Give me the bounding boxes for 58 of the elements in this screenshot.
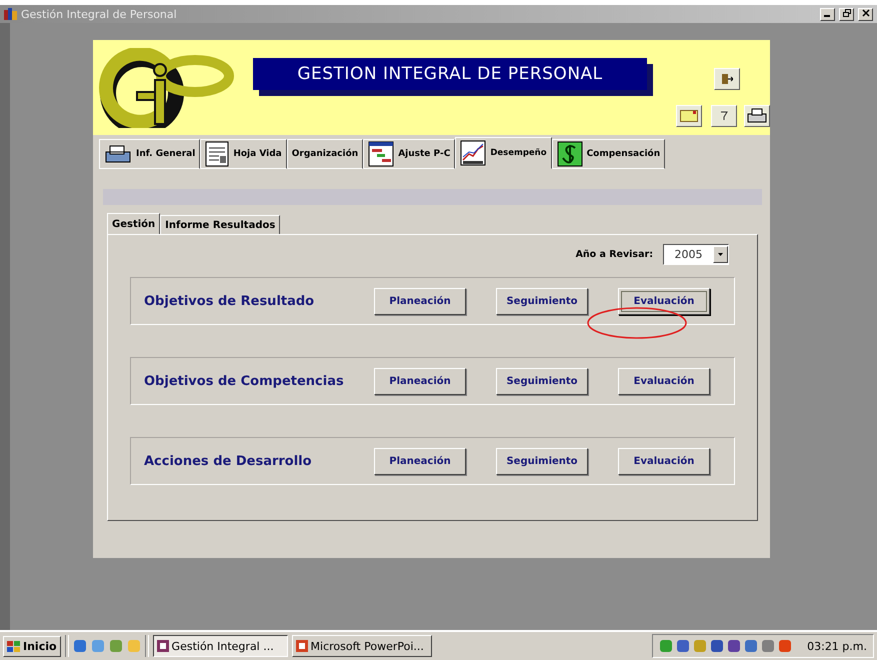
exit-button[interactable]: [714, 68, 740, 90]
envelope-icon: [680, 110, 698, 122]
action-button[interactable]: Planeación: [374, 288, 466, 314]
action-button[interactable]: Planeación: [374, 368, 466, 394]
module-tab[interactable]: Hoja Vida: [200, 139, 287, 169]
printer-icon: [747, 108, 767, 124]
action-button[interactable]: Seguimiento: [496, 288, 588, 314]
close-icon: [862, 9, 870, 17]
module-tab[interactable]: Inf. General: [99, 139, 200, 169]
gantt-chart-icon: [368, 141, 394, 167]
action-button[interactable]: Seguimiento: [496, 368, 588, 394]
title-banner: GESTION INTEGRAL DE PERSONAL: [253, 58, 647, 90]
mail-button[interactable]: [676, 105, 702, 127]
restore-button[interactable]: [839, 8, 854, 20]
restore-icon: [842, 9, 850, 17]
module-tab[interactable]: Desempeño: [455, 137, 552, 169]
tray-icon[interactable]: [676, 639, 690, 653]
dollar-icon: [556, 141, 583, 167]
minimize-button[interactable]: [820, 8, 835, 20]
action-button[interactable]: Evaluación: [618, 288, 710, 314]
taskbar-button[interactable]: Gestión Integral ...: [152, 635, 288, 657]
action-button[interactable]: Evaluación: [618, 368, 710, 394]
tray-icon[interactable]: [761, 639, 776, 653]
dropdown-button[interactable]: [713, 246, 728, 262]
year-dropdown[interactable]: 2005: [663, 244, 729, 264]
tray-icon[interactable]: [778, 639, 792, 653]
tray-icon[interactable]: [744, 639, 758, 653]
app-icon: [156, 640, 169, 652]
action-button[interactable]: Seguimiento: [496, 448, 588, 474]
windows-flag-icon: [7, 640, 21, 652]
app-icon: [4, 8, 17, 20]
year-label: Año a Revisar:: [576, 248, 653, 260]
section-title: Acciones de Desarrollo: [144, 454, 313, 468]
window-title: Gestión Integral de Personal: [21, 8, 178, 20]
print-button[interactable]: [744, 105, 770, 127]
section-title: Objetivos de Resultado: [144, 294, 316, 308]
taskbar-button[interactable]: Microsoft PowerPoi...: [292, 635, 432, 657]
module-tab[interactable]: Organización: [286, 139, 364, 169]
section-title: Objetivos de Competencias: [144, 374, 345, 388]
action-button[interactable]: Planeación: [374, 448, 466, 474]
tray-icon[interactable]: [710, 639, 724, 653]
caret-icon: [718, 252, 723, 256]
page-tab[interactable]: Gestión: [107, 213, 160, 235]
document-icon: [205, 141, 230, 167]
line-chart-icon: [460, 140, 486, 166]
tray-icon[interactable]: [72, 639, 87, 653]
start-button[interactable]: Inicio: [3, 636, 61, 656]
printer-icon: [104, 143, 132, 165]
page-tab[interactable]: Informe Resultados: [160, 215, 280, 235]
module-tab[interactable]: Ajuste P-C: [363, 139, 456, 169]
close-button[interactable]: [858, 8, 873, 20]
clock: 03:21 p.m.: [807, 640, 867, 652]
exit-door-icon: [721, 73, 733, 85]
module-tab[interactable]: Compensación: [552, 139, 666, 169]
action-button[interactable]: Evaluación: [618, 448, 710, 474]
tray-icon[interactable]: [727, 639, 742, 653]
app-icon: [296, 640, 308, 652]
filter-button[interactable]: [711, 105, 737, 127]
